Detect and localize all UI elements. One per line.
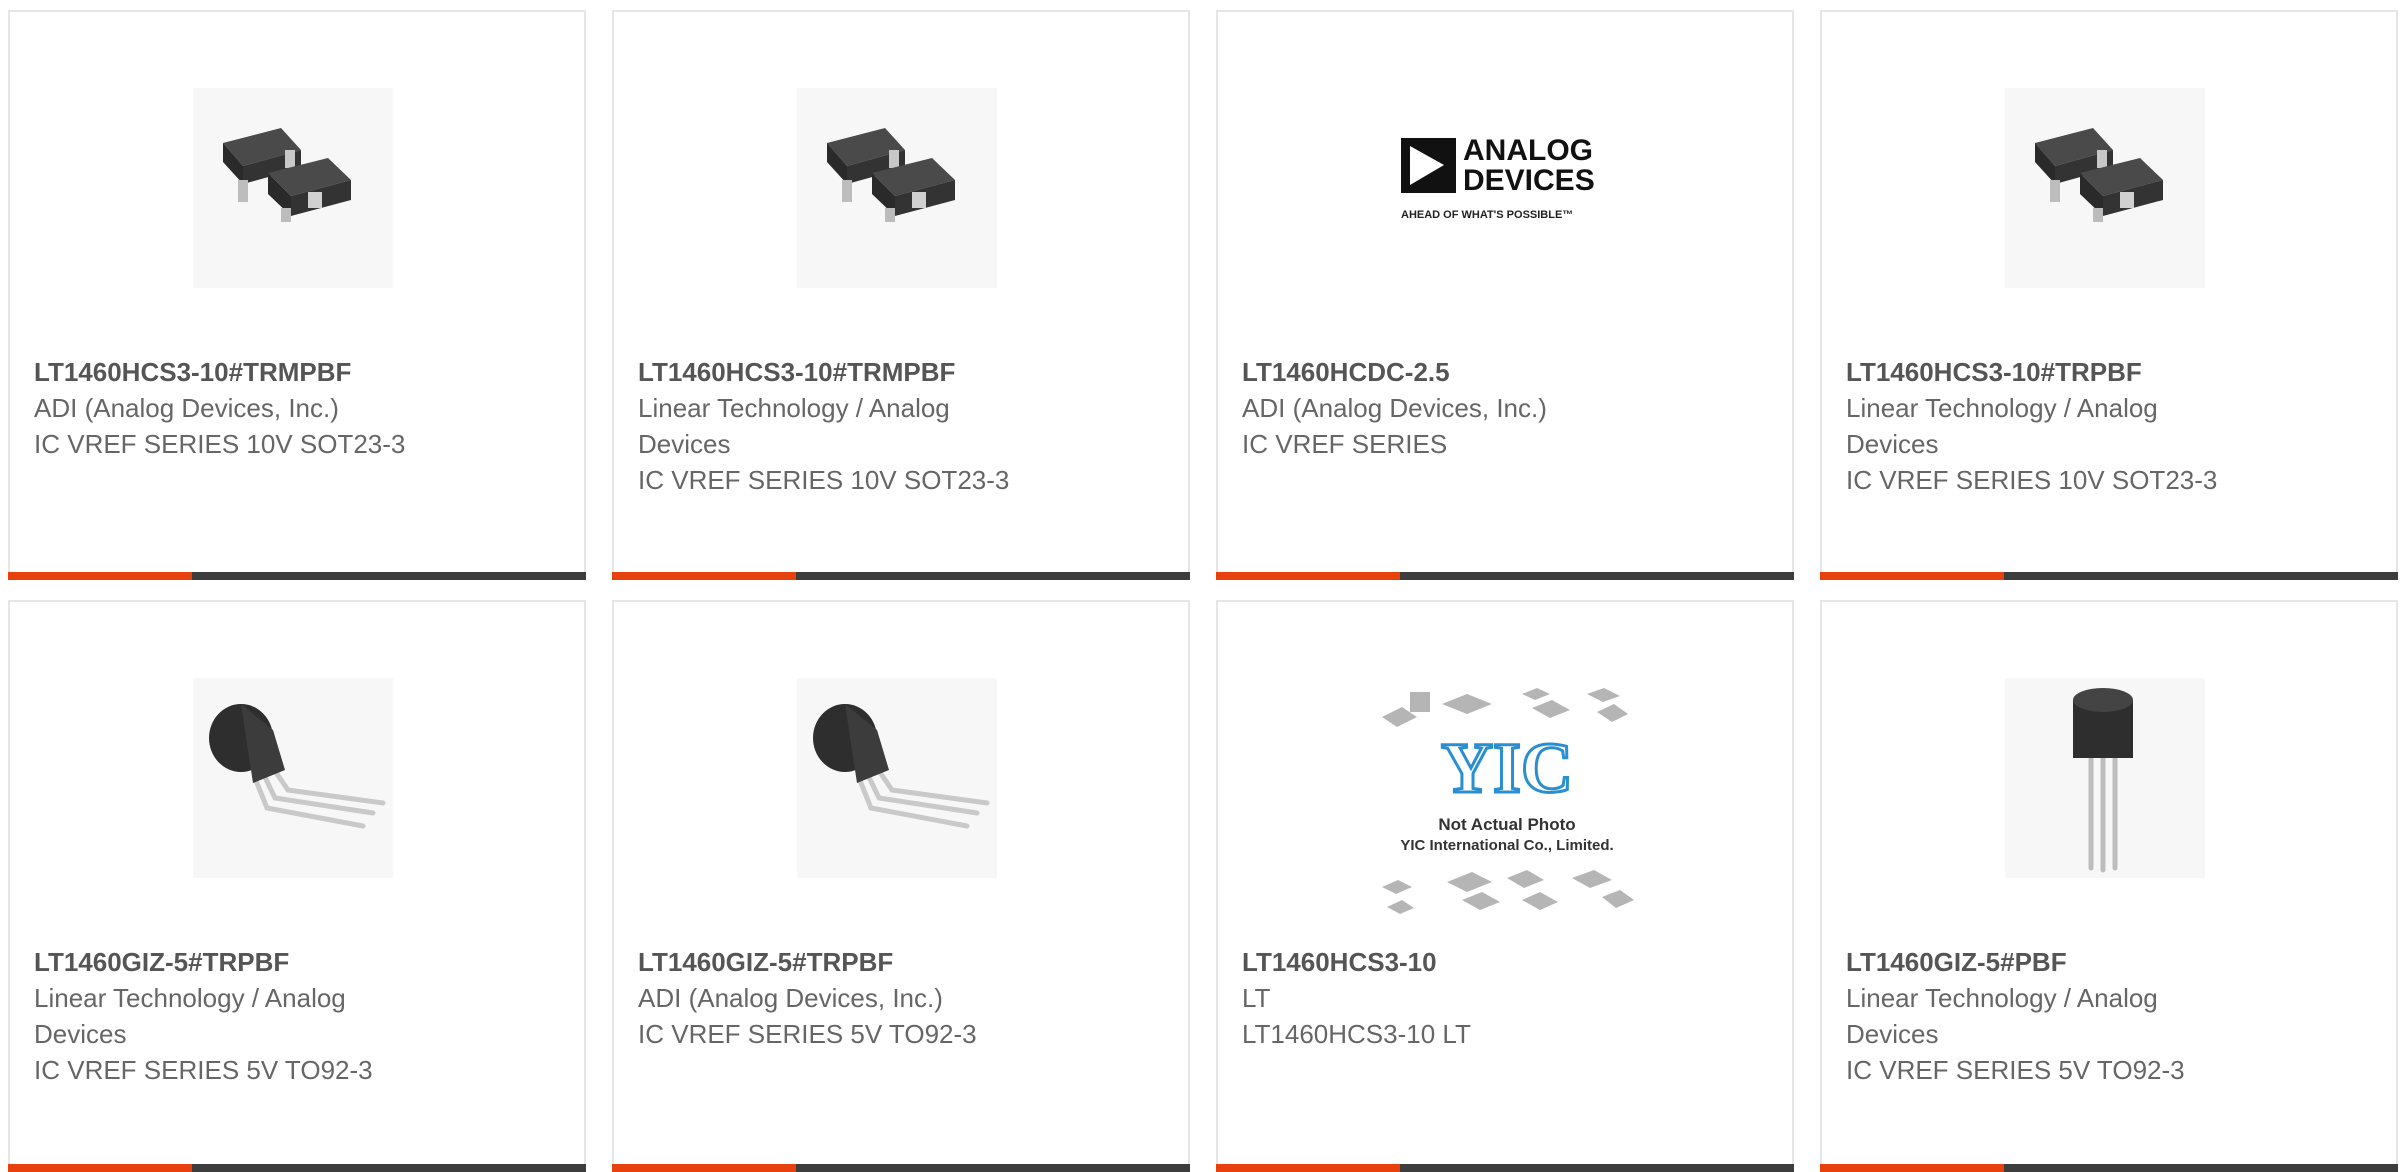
manufacturer: ADI (Analog Devices, Inc.) [34, 393, 339, 423]
manufacturer: Linear Technology / Analog Devices [1846, 983, 2158, 1049]
description: IC VREF SERIES 10V SOT23-3 [638, 465, 1010, 495]
product-card[interactable]: LT1460HCS3-10#TRMPBF Linear Technology /… [612, 10, 1190, 580]
svg-text:YIC International Co., Limited: YIC International Co., Limited. [1400, 837, 1613, 854]
card-footer-bar [1820, 1164, 2398, 1172]
manufacturer: LT [1242, 983, 1271, 1013]
card-footer-bar [8, 572, 586, 580]
part-number[interactable]: LT1460HCS3-10 [1242, 944, 1768, 980]
sot23-package-icon[interactable] [797, 88, 997, 288]
part-number[interactable]: LT1460GIZ-5#TRPBF [638, 944, 1164, 980]
part-number[interactable]: LT1460HCS3-10#TRMPBF [638, 354, 1164, 390]
svg-text:Not Actual Photo: Not Actual Photo [1438, 815, 1575, 834]
product-card[interactable]: LT1460GIZ-5#PBF Linear Technology / Anal… [1820, 600, 2398, 1172]
part-number[interactable]: LT1460HCDC-2.5 [1242, 354, 1768, 390]
description: IC VREF SERIES 10V SOT23-3 [34, 429, 406, 459]
product-card[interactable]: LT1460GIZ-5#TRPBF Linear Technology / An… [8, 600, 586, 1172]
description: IC VREF SERIES 5V TO92-3 [34, 1055, 373, 1085]
manufacturer: Linear Technology / Analog Devices [1846, 393, 2158, 459]
svg-text:ANALOG: ANALOG [1463, 134, 1593, 167]
manufacturer: Linear Technology / Analog Devices [34, 983, 346, 1049]
svg-text:DEVICES: DEVICES [1463, 164, 1595, 197]
part-number[interactable]: LT1460GIZ-5#TRPBF [34, 944, 560, 980]
part-number[interactable]: LT1460HCS3-10#TRMPBF [34, 354, 560, 390]
part-number[interactable]: LT1460GIZ-5#PBF [1846, 944, 2372, 980]
product-grid: LT1460HCS3-10#TRMPBF ADI (Analog Devices… [8, 10, 2398, 1172]
card-footer-bar [1820, 572, 2398, 580]
card-footer-bar [1216, 1164, 1794, 1172]
part-number[interactable]: LT1460HCS3-10#TRPBF [1846, 354, 2372, 390]
to92-package-icon[interactable] [193, 678, 393, 878]
to92-vertical-package-icon[interactable] [2005, 678, 2205, 878]
description: IC VREF SERIES 5V TO92-3 [638, 1019, 977, 1049]
product-card[interactable]: YIC Not Actual Photo YIC International C… [1216, 600, 1794, 1172]
analog-devices-logo[interactable]: ANALOG DEVICES AHEAD OF WHAT'S POSSIBLE™ [1401, 88, 1601, 288]
description: IC VREF SERIES 10V SOT23-3 [1846, 465, 2218, 495]
description: IC VREF SERIES [1242, 429, 1448, 459]
card-footer-bar [612, 572, 1190, 580]
svg-text:AHEAD OF WHAT'S POSSIBLE™: AHEAD OF WHAT'S POSSIBLE™ [1401, 209, 1573, 221]
manufacturer: ADI (Analog Devices, Inc.) [1242, 393, 1547, 423]
product-card[interactable]: LT1460HCS3-10#TRMPBF ADI (Analog Devices… [8, 10, 586, 580]
card-footer-bar [8, 1164, 586, 1172]
sot23-package-icon[interactable] [2005, 88, 2205, 288]
manufacturer: ADI (Analog Devices, Inc.) [638, 983, 943, 1013]
sot23-package-icon[interactable] [193, 88, 393, 288]
description: LT1460HCS3-10 LT [1242, 1019, 1471, 1049]
manufacturer: Linear Technology / Analog Devices [638, 393, 950, 459]
to92-package-icon[interactable] [797, 678, 997, 878]
product-card[interactable]: LT1460HCS3-10#TRPBF Linear Technology / … [1820, 10, 2398, 580]
product-card[interactable]: ANALOG DEVICES AHEAD OF WHAT'S POSSIBLE™… [1216, 10, 1794, 580]
svg-text:YIC: YIC [1441, 728, 1573, 808]
card-footer-bar [612, 1164, 1190, 1172]
not-actual-photo-placeholder[interactable]: YIC Not Actual Photo YIC International C… [1372, 682, 1642, 932]
card-footer-bar [1216, 572, 1794, 580]
description: IC VREF SERIES 5V TO92-3 [1846, 1055, 2185, 1085]
product-card[interactable]: LT1460GIZ-5#TRPBF ADI (Analog Devices, I… [612, 600, 1190, 1172]
